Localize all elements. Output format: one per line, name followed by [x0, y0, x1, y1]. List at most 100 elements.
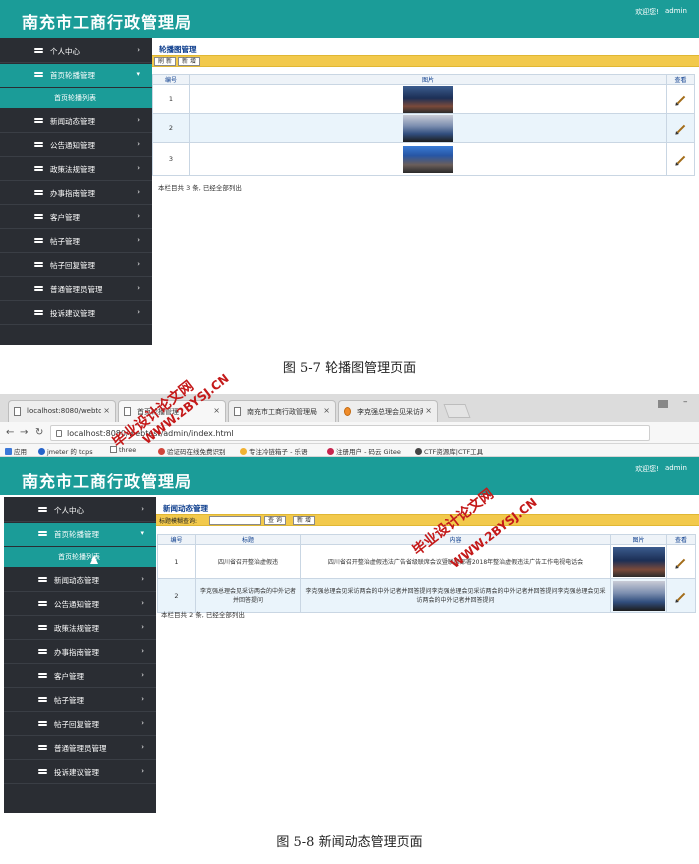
figure-caption: 图 5-7 轮播图管理页面: [282, 361, 417, 376]
database-icon: [38, 721, 47, 728]
reload-icon[interactable]: ↻: [35, 427, 43, 438]
browser-tab[interactable]: 李克强总理会见采访两会×: [338, 400, 438, 422]
pencil-icon[interactable]: [676, 558, 686, 567]
search-label: 标题模糊查询:: [159, 518, 198, 525]
close-icon[interactable]: ×: [103, 406, 110, 415]
menu-item-customers[interactable]: 客户管理 ›: [0, 206, 152, 229]
close-icon[interactable]: ×: [425, 406, 432, 415]
new-tab-button[interactable]: [443, 404, 471, 418]
edit-cell[interactable]: [666, 578, 696, 613]
bookmark[interactable]: jmeter 的 tcps: [38, 446, 93, 456]
minimize-icon[interactable]: –: [683, 397, 688, 407]
row-image: [189, 142, 667, 176]
database-icon: [34, 72, 43, 79]
forward-icon[interactable]: →: [20, 427, 28, 438]
menu-item-personal[interactable]: 个人中心 ›: [4, 499, 156, 522]
menu-item-news[interactable]: 新闻动态管理 ›: [0, 110, 152, 133]
bookmark[interactable]: 注册用户 - 码云 Gitee: [327, 446, 401, 456]
bookmark[interactable]: 专注冷链箱子 - 乐语: [240, 446, 307, 456]
menu-item-notices[interactable]: 公告通知管理 ›: [0, 134, 152, 157]
chevron-right-icon: ›: [141, 671, 144, 679]
menu-item-policy[interactable]: 政策法规管理 ›: [4, 617, 156, 640]
menu-item-customers[interactable]: 客户管理 ›: [4, 665, 156, 688]
menu-item-guide[interactable]: 办事指南管理 ›: [4, 641, 156, 664]
news-image: [612, 546, 665, 577]
row-id: 1: [152, 84, 190, 114]
sidebar: 个人中心 › 首页轮播管理 ▾ 首页轮播列表 新闻动态管理 › 公告通知管理 › 政策法…: [0, 38, 152, 345]
database-icon: [34, 118, 43, 125]
close-icon[interactable]: ×: [323, 406, 330, 415]
bookmark-apps[interactable]: 应用: [5, 446, 27, 456]
menu-item-guide[interactable]: 办事指南管理 ›: [0, 182, 152, 205]
database-icon: [38, 697, 47, 704]
database-icon: [34, 142, 43, 149]
chevron-right-icon: ›: [141, 719, 144, 727]
chevron-right-icon: ›: [137, 212, 140, 220]
browser-tab[interactable]: 南充市工商行政管理局 ×: [228, 400, 336, 422]
menu-item-news[interactable]: 新闻动态管理 ›: [4, 569, 156, 592]
bookmarks-bar: 应用 jmeter 的 tcps three 验证码在线免费识别 专注冷链箱子 …: [0, 444, 699, 457]
page-icon: [14, 407, 21, 416]
bookmark[interactable]: CTF资源库|CTF工具: [415, 446, 483, 456]
figure-caption: 图 5-8 新闻动态管理页面: [276, 835, 423, 850]
table-row: 1: [152, 84, 695, 114]
pencil-icon[interactable]: [676, 592, 686, 601]
database-icon: [34, 214, 43, 221]
admin-user-link[interactable]: admin: [665, 464, 699, 472]
add-button[interactable]: 新 增: [178, 57, 200, 66]
menu-item-admins[interactable]: 普通管理员管理 ›: [4, 737, 156, 760]
sidebar: 个人中心 › 首页轮播管理 ▾ 首页轮播列表 新闻动态管理 › 公告通知管理 › 政策法…: [4, 497, 156, 813]
chevron-right-icon: ›: [137, 188, 140, 196]
menu-item-admins[interactable]: 普通管理员管理 ›: [0, 278, 152, 301]
col-id: 编号: [152, 74, 190, 85]
row-id: 1: [157, 544, 196, 579]
database-icon: [38, 673, 47, 680]
title-search-input[interactable]: [209, 516, 261, 525]
submenu-carousel-list[interactable]: 首页轮播列表: [4, 547, 156, 567]
figure-5-8: 南充市工商行政管理局 欢迎您! admin 个人中心 › 首页轮播管理 ▾ 首页轮播…: [0, 457, 699, 813]
edit-cell[interactable]: [666, 142, 695, 176]
browser-tab[interactable]: localhost:8080/webto ×: [8, 400, 116, 422]
pencil-icon[interactable]: [676, 124, 685, 134]
edit-cell[interactable]: [666, 84, 695, 114]
menu-item-personal[interactable]: 个人中心 ›: [0, 40, 152, 63]
menu-item-posts[interactable]: 帖子管理 ›: [0, 230, 152, 253]
admin-user-link[interactable]: admin: [665, 7, 699, 15]
chevron-right-icon: ›: [141, 505, 144, 513]
carousel-table: 编号 图片 查看 1 2 3: [152, 74, 695, 176]
browser-tab-strip: localhost:8080/webto × 首页轮播管理 × 南充市工商行政管理局…: [0, 394, 699, 422]
section-title: 轮播图管理: [159, 45, 197, 54]
menu-item-notices[interactable]: 公告通知管理 ›: [4, 593, 156, 616]
profile-icon[interactable]: [658, 400, 668, 408]
list-summary: 本栏目共 3 条, 已经全部列出: [158, 184, 242, 192]
edit-cell[interactable]: [666, 113, 695, 143]
database-icon: [34, 262, 43, 269]
row-title: 四川省召开整治虚假违: [195, 544, 301, 579]
menu-item-policy[interactable]: 政策法规管理 ›: [0, 158, 152, 181]
add-button[interactable]: 新 增: [293, 516, 315, 525]
menu-item-carousel[interactable]: 首页轮播管理 ▾: [0, 64, 152, 87]
bookmark[interactable]: 验证码在线免费识别: [158, 446, 226, 456]
search-button[interactable]: 查 询: [264, 516, 286, 525]
back-icon[interactable]: ←: [6, 427, 14, 438]
pencil-icon[interactable]: [676, 95, 685, 105]
chevron-right-icon: ›: [141, 647, 144, 655]
menu-item-carousel[interactable]: 首页轮播管理 ▾: [4, 523, 156, 546]
database-icon: [34, 238, 43, 245]
menu-item-complaints[interactable]: 投诉建议管理 ›: [0, 302, 152, 325]
site-name: 南充市工商行政管理局: [22, 13, 193, 32]
chevron-right-icon: ›: [137, 236, 140, 244]
carousel-image: [403, 145, 453, 173]
database-icon: [38, 769, 47, 776]
edit-cell[interactable]: [666, 544, 696, 579]
pencil-icon[interactable]: [676, 155, 685, 165]
menu-item-complaints[interactable]: 投诉建议管理 ›: [4, 761, 156, 784]
submenu-carousel-list[interactable]: 首页轮播列表: [0, 88, 152, 108]
table-row: 2 李克强总理会见采访两会的中外记者并回答提问 李克强总理会见采访两会的中外记者…: [157, 578, 696, 613]
refresh-button[interactable]: 刷 新: [154, 57, 176, 66]
close-icon[interactable]: ×: [213, 406, 220, 415]
menu-item-posts[interactable]: 帖子管理 ›: [4, 689, 156, 712]
col-title: 标题: [195, 534, 301, 545]
menu-item-replies[interactable]: 帖子回复管理 ›: [4, 713, 156, 736]
menu-item-replies[interactable]: 帖子回复管理 ›: [0, 254, 152, 277]
